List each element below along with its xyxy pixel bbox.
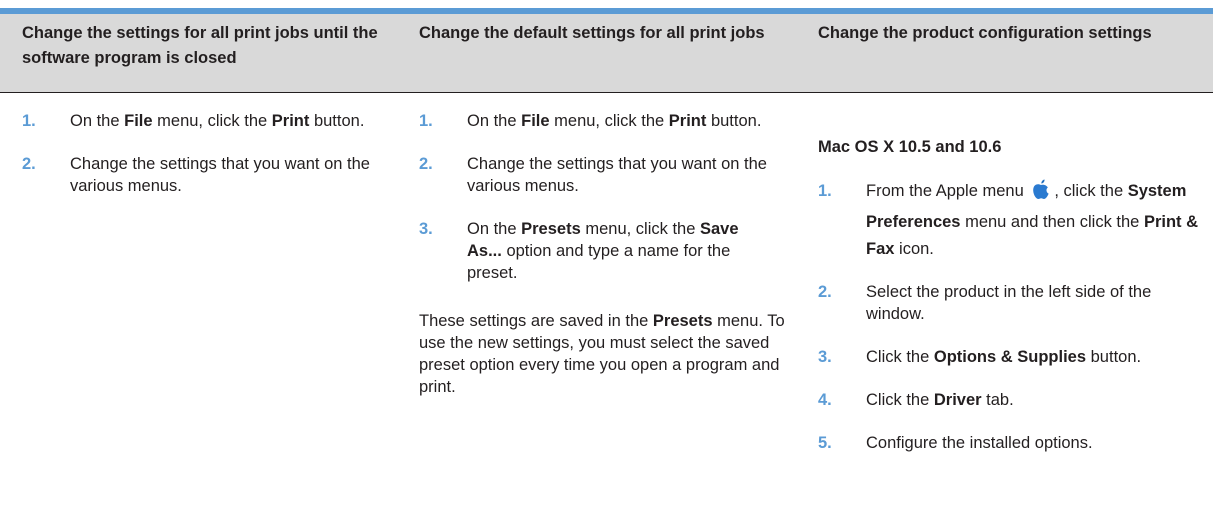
list-item: 5. Configure the installed options. — [818, 434, 1093, 452]
list-item: 3. On the Presets menu, click the Save As… — [419, 220, 739, 282]
list-item: 2. Change the settings that you want on t… — [419, 155, 767, 195]
presets-note: These settings are saved in the Presets … — [419, 312, 785, 396]
list-item: 1. On the File menu, click the Print butt… — [22, 112, 365, 130]
header-product-config: Change the product configuration setting… — [818, 24, 1152, 42]
os-version-heading: Mac OS X 10.5 and 10.6 — [818, 138, 1002, 156]
header-all-jobs: Change the settings for all print jobs u… — [22, 24, 378, 67]
list-item: 2. Change the settings that you want on t… — [22, 155, 370, 195]
list-item: 1. On the File menu, click the Print butt… — [419, 112, 762, 130]
apple-icon — [1031, 178, 1051, 209]
header-default-settings: Change the default settings for all prin… — [419, 24, 765, 42]
list-item: 1. From the Apple menu , click the System… — [818, 178, 1201, 263]
list-item: 2. Select the product in the left side of… — [818, 283, 1152, 323]
column-default-settings: 1. On the File menu, click the Print butt… — [419, 110, 804, 398]
column-all-jobs: 1. On the File menu, click the Print butt… — [22, 110, 392, 197]
column-product-config: Mac OS X 10.5 and 10.6 1. From the Apple … — [818, 136, 1203, 454]
list-item: 4. Click the Driver tab. — [818, 391, 1014, 409]
list-item: 3. Click the Options & Supplies button. — [818, 348, 1142, 366]
